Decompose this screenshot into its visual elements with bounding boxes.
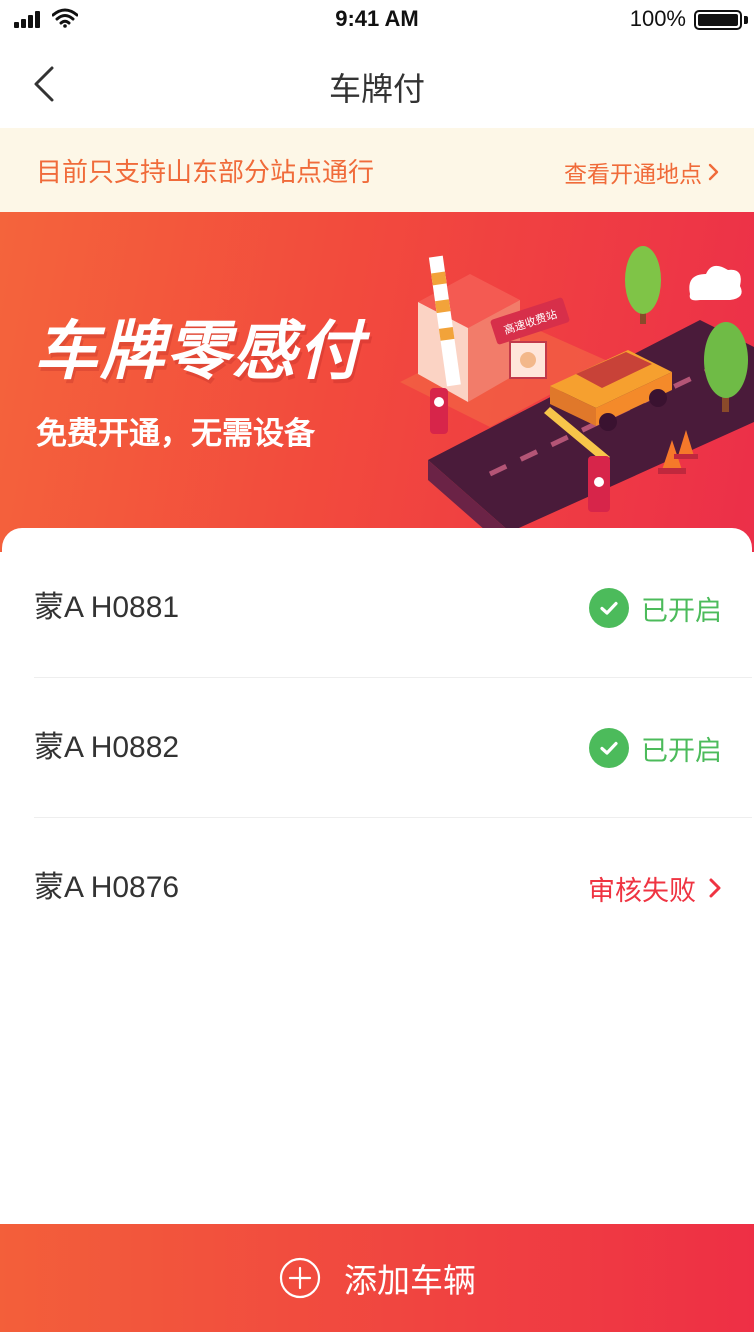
promo-banner: 车牌零感付 免费开通，无需设备 高速收费站 bbox=[0, 212, 754, 552]
status-enabled: 已开启 bbox=[589, 538, 722, 678]
status-bar: 9:41 AM 100% bbox=[0, 0, 754, 40]
view-locations-label: 查看开通地点 bbox=[564, 162, 702, 188]
notice-text: 目前只支持山东部分站点通行 bbox=[36, 158, 375, 188]
status-label: 已开启 bbox=[641, 735, 722, 767]
status-enabled: 已开启 bbox=[589, 678, 722, 818]
page-title: 车牌付 bbox=[328, 70, 425, 108]
plus-circle-icon bbox=[279, 1257, 321, 1299]
check-circle-icon bbox=[589, 588, 629, 628]
plate-number: 蒙A H0882 bbox=[34, 731, 180, 764]
banner-subtitle: 免费开通，无需设备 bbox=[36, 416, 315, 452]
check-circle-icon bbox=[589, 728, 629, 768]
back-button[interactable] bbox=[26, 60, 70, 108]
view-locations-link[interactable]: 查看开通地点 bbox=[564, 155, 720, 189]
battery-icon bbox=[694, 10, 742, 30]
notice-banner: 目前只支持山东部分站点通行 查看开通地点 bbox=[0, 128, 754, 212]
status-failed[interactable]: 审核失败 bbox=[588, 818, 722, 958]
vehicle-row[interactable]: 蒙A H0876 审核失败 bbox=[34, 818, 752, 958]
nav-bar: 车牌付 bbox=[0, 40, 754, 128]
chevron-right-icon bbox=[709, 878, 721, 898]
chevron-left-icon bbox=[34, 66, 54, 102]
vehicle-list-card: 蒙A H0881 已开启 蒙A H0882 已开启 蒙A H0876 审核失败 bbox=[2, 528, 752, 1228]
plate-number: 蒙A H0881 bbox=[34, 591, 180, 624]
status-label: 已开启 bbox=[641, 595, 722, 627]
battery-percent: 100% bbox=[629, 6, 686, 31]
vehicle-row[interactable]: 蒙A H0881 已开启 bbox=[34, 538, 752, 678]
plate-number: 蒙A H0876 bbox=[34, 871, 180, 904]
status-label: 审核失败 bbox=[588, 875, 696, 907]
add-vehicle-button[interactable]: 添加车辆 bbox=[0, 1224, 754, 1332]
vehicle-row[interactable]: 蒙A H0882 已开启 bbox=[34, 678, 752, 818]
banner-title: 车牌零感付 bbox=[34, 315, 364, 389]
toll-station-illustration: 高速收费站 bbox=[400, 246, 754, 552]
chevron-right-icon bbox=[708, 163, 719, 181]
battery-tip bbox=[744, 16, 748, 24]
add-vehicle-label: 添加车辆 bbox=[344, 1261, 476, 1300]
